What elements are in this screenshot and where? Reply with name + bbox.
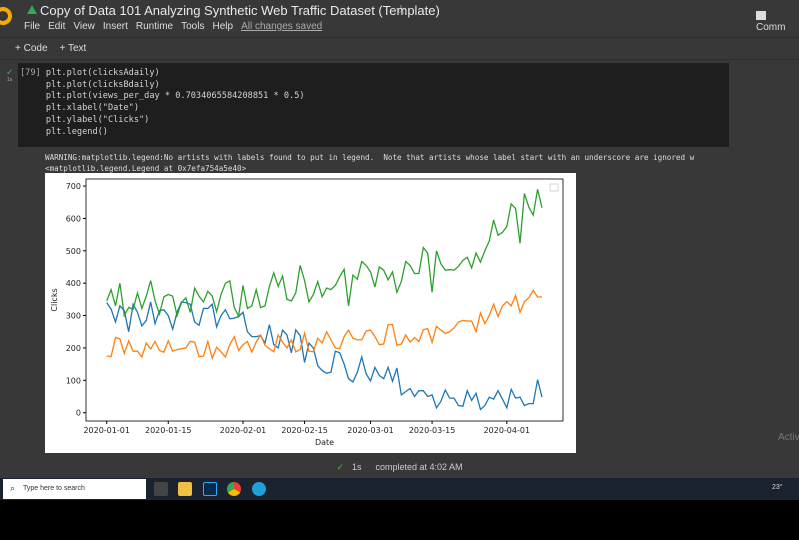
code-line: plt.plot(views_per_day * 0.7034065584208…	[45, 91, 305, 102]
edge-icon[interactable]	[252, 482, 266, 496]
y-tick-label: 700	[66, 182, 81, 191]
code-line: plt.plot(clicksBdaily)	[45, 79, 160, 90]
run-time: 1s	[7, 77, 13, 83]
warning-text: WARNING:matplotlib.legend:No artists wit…	[45, 153, 695, 162]
toolbar: + Code + Text	[0, 37, 799, 60]
taskbar-search[interactable]: ⌕ Type here to search	[3, 479, 146, 499]
comment-icon	[756, 11, 766, 20]
comment-button[interactable]: Comm	[756, 11, 799, 33]
y-tick-label: 500	[66, 247, 81, 256]
colab-window: Copy of Data 101 Analyzing Synthetic Web…	[0, 0, 799, 478]
series-line-2	[106, 189, 543, 319]
y-tick-label: 300	[66, 312, 81, 321]
x-tick-label: 2020-03-15	[409, 426, 456, 435]
x-tick-label: 2020-01-15	[145, 426, 192, 435]
x-tick-label: 2020-04-01	[484, 426, 531, 435]
menu-runtime[interactable]: Runtime	[136, 21, 173, 32]
empty-legend	[549, 183, 559, 192]
code-editor[interactable]: [79] plt.plot(clicksAdaily) plt.plot(cli…	[20, 68, 305, 138]
drive-icon	[27, 5, 37, 14]
x-axis-label: Date	[315, 438, 334, 447]
task-view-icon[interactable]	[154, 482, 168, 496]
code-cell[interactable]: [79] plt.plot(clicksAdaily) plt.plot(cli…	[18, 63, 729, 147]
temperature: 23°	[772, 484, 783, 491]
colab-logo-icon[interactable]	[0, 7, 12, 25]
status-bar: ✓ 1s completed at 4:02 AM	[0, 462, 799, 473]
cell-output: WARNING:matplotlib.legend:No artists wit…	[45, 152, 694, 174]
chrome-icon[interactable]	[227, 482, 241, 496]
menu-view[interactable]: View	[73, 21, 95, 32]
save-status[interactable]: All changes saved	[241, 21, 322, 32]
x-tick-label: 2020-02-15	[281, 426, 328, 435]
notebook-title[interactable]: Copy of Data 101 Analyzing Synthetic Web…	[40, 3, 440, 18]
x-tick-label: 2020-03-01	[347, 426, 394, 435]
code-line: plt.ylabel("Clicks")	[45, 114, 150, 125]
menu-help[interactable]: Help	[212, 21, 233, 32]
add-code-button[interactable]: + Code	[15, 43, 48, 54]
menu-edit[interactable]: Edit	[48, 21, 65, 32]
y-tick-label: 400	[66, 279, 81, 288]
output-repr: <matplotlib.legend.Legend at 0x7efa754a5…	[45, 164, 247, 173]
menu-file[interactable]: File	[24, 21, 40, 32]
status-duration: 1s	[351, 462, 362, 472]
header: Copy of Data 101 Analyzing Synthetic Web…	[0, 0, 799, 37]
star-icon[interactable]: ☆	[395, 2, 407, 18]
weather-widget[interactable]: 23°	[772, 484, 783, 491]
plot-frame	[85, 178, 564, 422]
search-placeholder: Type here to search	[23, 485, 85, 492]
status-completed: completed at 4:02 AM	[375, 462, 463, 472]
file-explorer-icon[interactable]	[178, 482, 192, 496]
series-line-0	[106, 301, 543, 411]
line-chart: 0 100 200 300 400 500 600 700 2020-01-01 2020-01-…	[50, 178, 564, 447]
code-line: plt.xlabel("Date")	[45, 103, 140, 114]
plot-image: 0 100 200 300 400 500 600 700 2020-01-01 2020-01-…	[45, 173, 576, 453]
x-tick-label: 2020-02-01	[220, 426, 267, 435]
menu-insert[interactable]: Insert	[103, 21, 128, 32]
check-icon: ✓	[336, 462, 344, 472]
add-text-button[interactable]: + Text	[60, 43, 87, 54]
comment-label: Comm	[756, 22, 786, 33]
series-line-1	[106, 289, 543, 361]
y-tick-label: 100	[66, 376, 81, 385]
code-line: plt.plot(clicksAdaily)	[45, 68, 160, 78]
y-tick-label: 0	[76, 409, 81, 418]
menu-bar: File Edit View Insert Runtime Tools Help…	[24, 21, 322, 32]
photoshop-icon[interactable]	[203, 482, 217, 496]
search-icon: ⌕	[10, 483, 16, 493]
exec-count: [79]	[20, 68, 41, 78]
menu-tools[interactable]: Tools	[181, 21, 204, 32]
y-tick-label: 600	[66, 214, 81, 223]
y-tick-label: 200	[66, 344, 81, 353]
y-axis-label: Clicks	[50, 288, 59, 311]
x-tick-label: 2020-01-01	[83, 426, 130, 435]
activate-windows-watermark: Activ	[778, 432, 799, 443]
code-line: plt.legend()	[45, 126, 108, 137]
